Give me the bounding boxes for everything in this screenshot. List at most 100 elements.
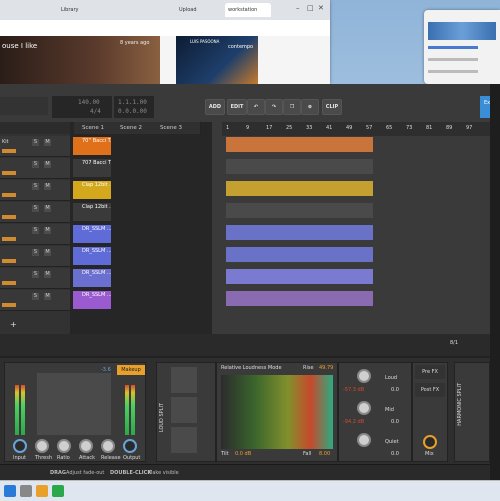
track-header[interactable]: SM xyxy=(0,268,70,289)
add-button[interactable]: ADD xyxy=(205,99,225,115)
solo-button[interactable]: M xyxy=(44,205,51,212)
browser-tab[interactable] xyxy=(30,3,56,17)
track-header[interactable]: SM xyxy=(0,180,70,201)
knob-thresh[interactable] xyxy=(35,439,49,453)
band-db[interactable]: 0.0 xyxy=(391,387,399,393)
solo-button[interactable]: M xyxy=(44,139,51,146)
band-value[interactable]: -57.3 dB xyxy=(343,387,364,393)
minimize-icon[interactable]: – xyxy=(296,4,300,12)
track-header[interactable]: SM xyxy=(0,246,70,267)
volume-fader[interactable] xyxy=(2,259,16,263)
track-header[interactable]: SM xyxy=(0,202,70,223)
mute-button[interactable]: S xyxy=(32,293,39,300)
knob-input[interactable] xyxy=(13,439,27,453)
makeup-button[interactable]: Makeup xyxy=(117,365,145,375)
mixer-slider[interactable] xyxy=(428,70,478,73)
mute-button[interactable]: S xyxy=(32,271,39,278)
clip-slot[interactable]: 707 Bacci T... xyxy=(73,159,111,177)
volume-fader[interactable] xyxy=(2,171,16,175)
tilt-value[interactable]: 0.0 dB xyxy=(235,451,251,457)
split-curve[interactable] xyxy=(171,397,197,423)
knob-release[interactable] xyxy=(101,439,115,453)
track-header[interactable]: SM xyxy=(0,224,70,245)
app-icon[interactable] xyxy=(52,485,64,497)
video-thumbnail[interactable]: ouse I like 8 years ago xyxy=(0,36,160,84)
split-curve[interactable] xyxy=(171,367,197,393)
timeline-ruler[interactable]: 1 9 17 25 33 41 49 57 65 73 81 89 97 xyxy=(222,122,490,136)
knob-ratio[interactable] xyxy=(57,439,71,453)
band-db[interactable]: 0.0 xyxy=(391,419,399,425)
arranger-clip[interactable] xyxy=(226,247,373,262)
volume-fader[interactable] xyxy=(2,281,16,285)
copy-icon[interactable]: ❐ xyxy=(283,99,301,115)
address-bar[interactable] xyxy=(0,20,330,37)
band-db[interactable]: 0.0 xyxy=(391,451,399,457)
mix-knob[interactable] xyxy=(423,435,437,449)
start-icon[interactable] xyxy=(4,485,16,497)
browser-tab-upload[interactable]: Upload xyxy=(176,3,204,17)
arranger-clip[interactable] xyxy=(226,225,373,240)
split-curve[interactable] xyxy=(171,427,197,453)
arranger-clip[interactable] xyxy=(226,159,373,174)
band-knob[interactable] xyxy=(357,369,371,383)
track-header[interactable]: SM xyxy=(0,158,70,179)
band-knob[interactable] xyxy=(357,433,371,447)
volume-fader[interactable] xyxy=(2,193,16,197)
maximize-icon[interactable]: □ xyxy=(307,4,314,12)
mute-button[interactable]: S xyxy=(32,183,39,190)
volume-fader[interactable] xyxy=(2,237,16,241)
tempo-display[interactable]: 140.00 xyxy=(78,99,100,106)
clip-slot[interactable]: DR_SSLM ... xyxy=(73,247,111,265)
knob-attack[interactable] xyxy=(79,439,93,453)
undo-icon[interactable]: ↶ xyxy=(247,99,265,115)
mute-button[interactable]: S xyxy=(32,205,39,212)
clip-slot[interactable]: 70'' Bacci T... xyxy=(73,137,111,155)
mixer-slider[interactable] xyxy=(428,46,478,49)
pre-fx-button[interactable]: Pre FX xyxy=(415,365,445,379)
mute-button[interactable]: S xyxy=(32,139,39,146)
mute-button[interactable]: S xyxy=(32,249,39,256)
solo-button[interactable]: M xyxy=(44,293,51,300)
band-knob[interactable] xyxy=(357,401,371,415)
folder-icon[interactable] xyxy=(36,485,48,497)
clip-slot[interactable]: DR_SSLM ... xyxy=(73,291,111,309)
volume-fader[interactable] xyxy=(2,303,16,307)
delete-icon[interactable]: ⊗ xyxy=(301,99,319,115)
loudness-spectrum[interactable] xyxy=(221,375,333,449)
arranger-clip[interactable] xyxy=(226,137,373,152)
edit-button[interactable]: EDIT xyxy=(227,99,247,115)
close-icon[interactable]: ✕ xyxy=(318,4,324,12)
knob-output[interactable] xyxy=(123,439,137,453)
pager[interactable]: 8/1 xyxy=(450,340,458,346)
solo-button[interactable]: M xyxy=(44,271,51,278)
arranger-clip[interactable] xyxy=(226,291,373,306)
solo-button[interactable]: M xyxy=(44,227,51,234)
clip-slot[interactable]: Clap 12bit ... xyxy=(73,203,111,221)
clip-slot[interactable]: Clap 12bit ... xyxy=(73,181,111,199)
scene-header[interactable]: Scene 3 xyxy=(152,122,201,134)
album-cover[interactable]: LUIS PASOONA contempo xyxy=(176,36,258,84)
time-signature[interactable]: 4/4 xyxy=(90,108,101,115)
volume-fader[interactable] xyxy=(2,215,16,219)
fall-value[interactable]: 8.00 xyxy=(319,451,330,457)
track-header[interactable]: Kit S M xyxy=(0,136,70,157)
volume-fader[interactable] xyxy=(2,149,16,153)
arranger-clip[interactable] xyxy=(226,269,373,284)
solo-button[interactable]: M xyxy=(44,249,51,256)
redo-icon[interactable]: ↷ xyxy=(265,99,283,115)
rise-value[interactable]: 49.79 xyxy=(319,365,333,371)
solo-button[interactable]: M xyxy=(44,183,51,190)
clip-slot[interactable]: DR_SSLM ... xyxy=(73,269,111,287)
mixer-slider[interactable] xyxy=(428,58,478,61)
browser-tab-active[interactable]: workstation xyxy=(225,3,271,17)
arranger-clip[interactable] xyxy=(226,203,373,218)
band-value[interactable]: -94.2 dB xyxy=(343,419,364,425)
mute-button[interactable]: S xyxy=(32,227,39,234)
post-fx-button[interactable]: Post FX xyxy=(415,383,445,397)
add-track-icon[interactable]: + xyxy=(10,320,17,329)
mute-button[interactable]: S xyxy=(32,161,39,168)
arranger-clip[interactable] xyxy=(226,181,373,196)
compressor-graph[interactable] xyxy=(37,373,111,435)
solo-button[interactable]: M xyxy=(44,161,51,168)
browser-tab-library[interactable]: Library xyxy=(58,3,84,17)
